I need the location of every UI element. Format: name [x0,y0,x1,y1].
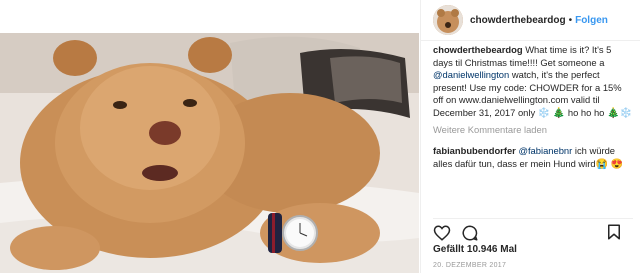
likes-count[interactable]: Gefällt 10.946 Mal [433,244,517,255]
heart-eyes-emoji: 😍 [610,158,624,170]
avatar-image [433,5,463,35]
comment-icon[interactable] [461,224,479,242]
header-separator: • [568,14,573,26]
post-header: chowderthebeardog • Folgen [421,0,640,41]
header-username[interactable]: chowderthebeardog [470,15,566,26]
post-date: 20. DEZEMBER 2017 [433,262,507,269]
comment-mention[interactable]: @fabianebnr [518,145,572,156]
comments-section: chowderthebeardog What time is it? It's … [433,44,633,171]
instagram-post: chowderthebeardog • Folgen chowderthebea… [0,0,640,273]
dog-photo-illustration [0,33,419,273]
comment-item: fabianbubendorfer @fabianebnr ich würde … [433,145,633,171]
post-sidebar: chowderthebeardog • Folgen chowderthebea… [420,0,640,273]
caption-text-3: ho ho ho [565,106,607,118]
snowflake-emoji-2: ❄️ [619,107,632,119]
post-photo[interactable] [0,33,419,273]
caption-mention[interactable]: @danielwellington [433,69,509,80]
christmas-tree-emoji-2: 🎄 [606,107,620,119]
christmas-tree-emoji: 🎄 [552,107,566,119]
action-bar [433,218,633,243]
avatar[interactable] [433,5,463,35]
crying-emoji: 😭 [595,158,609,170]
load-more-comments-link[interactable]: Weitere Kommentare laden [433,124,633,137]
photo-column [0,0,419,273]
snowflake-emoji: ❄️ [537,107,551,119]
bookmark-icon[interactable] [605,223,623,241]
follow-button[interactable]: Folgen [575,15,608,26]
caption-username[interactable]: chowderthebeardog [433,44,523,55]
heart-icon[interactable] [433,224,451,242]
caption: chowderthebeardog What time is it? It's … [433,44,633,121]
comment-username[interactable]: fabianbubendorfer [433,145,516,156]
